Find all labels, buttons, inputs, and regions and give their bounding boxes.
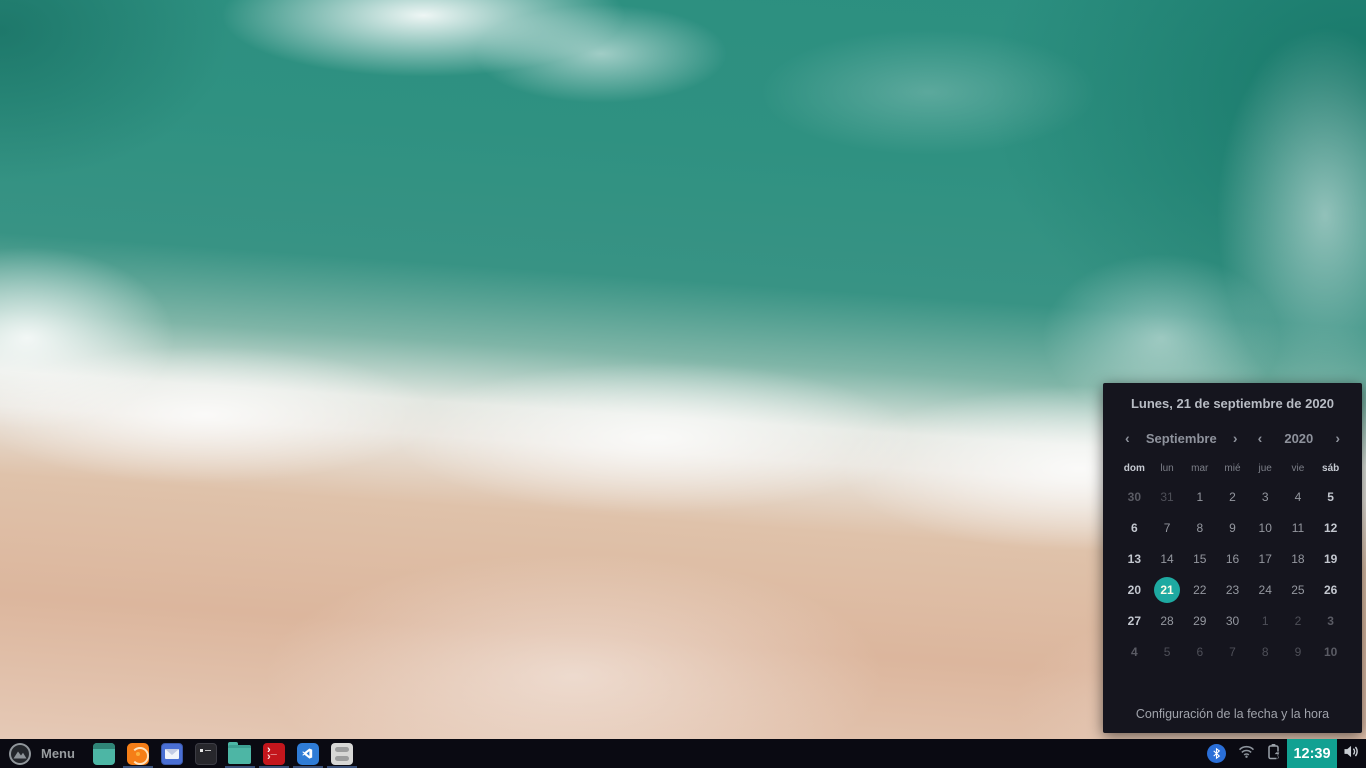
weekday-label: mar bbox=[1183, 463, 1216, 474]
calendar-day[interactable]: 2 bbox=[1216, 481, 1249, 512]
next-year-arrow-icon[interactable]: › bbox=[1333, 430, 1342, 446]
calendar-day[interactable]: 1 bbox=[1183, 481, 1216, 512]
calendar-day[interactable]: 11 bbox=[1282, 512, 1315, 543]
root-terminal-launcher[interactable] bbox=[262, 739, 286, 768]
mint-logo-icon bbox=[8, 742, 32, 766]
terminal-launcher[interactable] bbox=[194, 739, 218, 768]
calendar-weekday-header: domlunmarmiéjueviesáb bbox=[1103, 463, 1362, 474]
bluetooth-tray-button[interactable] bbox=[1201, 739, 1232, 768]
calendar-day[interactable]: 30 bbox=[1216, 605, 1249, 636]
calendar-day[interactable]: 21 bbox=[1151, 574, 1184, 605]
calendar-day[interactable]: 20 bbox=[1118, 574, 1151, 605]
month-navigation: ‹ Septiembre › bbox=[1123, 430, 1240, 446]
clock-applet[interactable]: 12:39 bbox=[1287, 739, 1337, 768]
prev-year-arrow-icon[interactable]: ‹ bbox=[1256, 430, 1265, 446]
year-navigation: ‹ 2020 › bbox=[1256, 430, 1342, 446]
calendar-day[interactable]: 15 bbox=[1183, 543, 1216, 574]
calendar-day[interactable]: 1 bbox=[1249, 605, 1282, 636]
weekday-label: dom bbox=[1118, 463, 1151, 474]
volume-icon bbox=[1343, 744, 1360, 764]
calendar-day[interactable]: 31 bbox=[1151, 481, 1184, 512]
calendar-day[interactable]: 25 bbox=[1282, 574, 1315, 605]
network-tray-button[interactable] bbox=[1232, 739, 1261, 768]
folder-icon bbox=[228, 745, 251, 764]
calendar-day[interactable]: 3 bbox=[1314, 605, 1347, 636]
calendar-day[interactable]: 27 bbox=[1118, 605, 1151, 636]
menu-label: Menu bbox=[41, 746, 75, 761]
firefox-icon bbox=[127, 743, 149, 765]
notes-icon bbox=[331, 743, 353, 765]
red-terminal-icon bbox=[263, 743, 285, 765]
calendar-day[interactable]: 6 bbox=[1183, 636, 1216, 667]
selected-day-circle: 21 bbox=[1154, 577, 1180, 603]
notes-launcher[interactable] bbox=[330, 739, 354, 768]
year-label: 2020 bbox=[1284, 431, 1313, 446]
bluetooth-icon bbox=[1207, 744, 1226, 763]
calendar-day[interactable]: 9 bbox=[1282, 636, 1315, 667]
calendar-day[interactable]: 19 bbox=[1314, 543, 1347, 574]
calendar-date-title: Lunes, 21 de septiembre de 2020 bbox=[1103, 396, 1362, 411]
month-label: Septiembre bbox=[1146, 431, 1217, 446]
vscode-icon bbox=[297, 743, 319, 765]
prev-month-arrow-icon[interactable]: ‹ bbox=[1123, 430, 1132, 446]
weekday-label: jue bbox=[1249, 463, 1282, 474]
volume-tray-button[interactable] bbox=[1337, 739, 1366, 768]
calendar-day[interactable]: 10 bbox=[1314, 636, 1347, 667]
battery-charging-icon bbox=[1267, 743, 1281, 765]
terminal-icon bbox=[195, 743, 217, 765]
datetime-settings-link[interactable]: Configuración de la fecha y la hora bbox=[1103, 707, 1362, 721]
calendar-day[interactable]: 6 bbox=[1118, 512, 1151, 543]
calendar-day[interactable]: 13 bbox=[1118, 543, 1151, 574]
calendar-day[interactable]: 7 bbox=[1216, 636, 1249, 667]
calendar-day[interactable]: 8 bbox=[1183, 512, 1216, 543]
calendar-navigation: ‹ Septiembre › ‹ 2020 › bbox=[1103, 430, 1362, 446]
mail-launcher[interactable] bbox=[160, 739, 184, 768]
menu-button[interactable]: Menu bbox=[8, 739, 87, 768]
weekday-label: mié bbox=[1216, 463, 1249, 474]
calendar-day[interactable]: 26 bbox=[1314, 574, 1347, 605]
calendar-day[interactable]: 16 bbox=[1216, 543, 1249, 574]
calendar-day[interactable]: 18 bbox=[1282, 543, 1315, 574]
desktop: Lunes, 21 de septiembre de 2020 ‹ Septie… bbox=[0, 0, 1366, 768]
weekday-label: vie bbox=[1282, 463, 1315, 474]
calendar-grid: 3031123456789101112131415161718192021222… bbox=[1103, 481, 1362, 667]
weekday-label: sáb bbox=[1314, 463, 1347, 474]
taskbar-panel: Menu bbox=[0, 739, 1366, 768]
calendar-day[interactable]: 5 bbox=[1314, 481, 1347, 512]
calendar-day[interactable]: 29 bbox=[1183, 605, 1216, 636]
wifi-icon bbox=[1238, 745, 1255, 763]
calendar-day[interactable]: 10 bbox=[1249, 512, 1282, 543]
show-desktop-icon bbox=[93, 743, 115, 765]
calendar-day[interactable]: 28 bbox=[1151, 605, 1184, 636]
mail-icon bbox=[161, 743, 183, 765]
file-manager-launcher[interactable] bbox=[228, 739, 252, 768]
calendar-popup: Lunes, 21 de septiembre de 2020 ‹ Septie… bbox=[1103, 383, 1362, 733]
calendar-day[interactable]: 23 bbox=[1216, 574, 1249, 605]
calendar-day[interactable]: 5 bbox=[1151, 636, 1184, 667]
calendar-day[interactable]: 7 bbox=[1151, 512, 1184, 543]
calendar-day[interactable]: 30 bbox=[1118, 481, 1151, 512]
launcher-bar bbox=[87, 739, 359, 768]
calendar-day[interactable]: 22 bbox=[1183, 574, 1216, 605]
calendar-day[interactable]: 2 bbox=[1282, 605, 1315, 636]
calendar-day[interactable]: 9 bbox=[1216, 512, 1249, 543]
next-month-arrow-icon[interactable]: › bbox=[1231, 430, 1240, 446]
weekday-label: lun bbox=[1151, 463, 1184, 474]
calendar-day[interactable]: 24 bbox=[1249, 574, 1282, 605]
show-desktop-launcher[interactable] bbox=[92, 739, 116, 768]
firefox-launcher[interactable] bbox=[126, 739, 150, 768]
calendar-day[interactable]: 14 bbox=[1151, 543, 1184, 574]
calendar-day[interactable]: 8 bbox=[1249, 636, 1282, 667]
vscode-launcher[interactable] bbox=[296, 739, 320, 768]
calendar-day[interactable]: 3 bbox=[1249, 481, 1282, 512]
calendar-day[interactable]: 17 bbox=[1249, 543, 1282, 574]
calendar-day[interactable]: 4 bbox=[1118, 636, 1151, 667]
calendar-day[interactable]: 12 bbox=[1314, 512, 1347, 543]
calendar-day[interactable]: 4 bbox=[1282, 481, 1315, 512]
system-tray: 12:39 bbox=[1201, 739, 1366, 768]
power-tray-button[interactable] bbox=[1261, 739, 1287, 768]
